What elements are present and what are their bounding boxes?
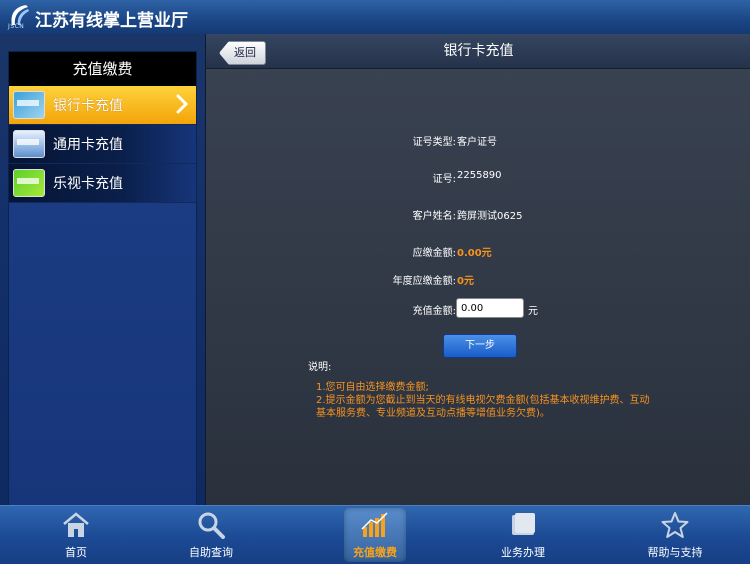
home-icon (63, 512, 89, 537)
main-header: 返回 银行卡充值 (206, 34, 750, 69)
sidebar-item-label: 通用卡充值 (53, 137, 123, 153)
field-label: 充值金额: (412, 306, 456, 317)
sidebar-panel: 充值缴费 银行卡充值 通用卡充值 乐视卡充值 (8, 51, 197, 509)
tab-bar: 首页 自助查询 充值缴费 业务办理 帮助与支持 (0, 505, 750, 564)
note-line: 2.提示金额为您截止到当天的有线电视欠费金额(包括基本收视维护费、互动 (316, 395, 650, 406)
tab-home[interactable]: 首页 (45, 506, 107, 564)
field-amount-due: 应缴金额: 0.00元 (206, 239, 750, 263)
field-customer-name: 客户姓名: 跨屏测试0625 (206, 202, 750, 226)
next-step-button[interactable]: 下一步 (443, 334, 517, 358)
note-line: 基本服务费、专业频道及互动点播等增值业务欠费)。 (316, 408, 550, 419)
sidebar-item-bank-card[interactable]: 银行卡充值 (9, 86, 196, 125)
page-title: 银行卡充值 (443, 43, 514, 59)
field-label: 应缴金额: (412, 248, 456, 259)
field-value: 客户证号 (457, 137, 497, 148)
tab-self-query[interactable]: 自助查询 (180, 506, 242, 564)
field-label: 客户姓名: (412, 211, 456, 222)
field-label: 证号类型: (412, 137, 456, 148)
search-icon (198, 512, 225, 539)
tab-help[interactable]: 帮助与支持 (640, 506, 710, 564)
field-recharge-amount: 充值金额: 元 (206, 297, 750, 321)
field-value: 0.00元 (457, 248, 492, 259)
notes-title: 说明: (308, 362, 332, 373)
tab-recharge[interactable]: 充值缴费 (344, 506, 406, 564)
field-id-type: 证号类型: 客户证号 (206, 128, 750, 152)
tab-business[interactable]: 业务办理 (492, 506, 554, 564)
amount-unit: 元 (528, 306, 538, 317)
field-id-number: 证号: 2255890 (206, 165, 750, 189)
star-icon (661, 512, 689, 538)
field-label: 证号: (432, 174, 456, 185)
sidebar-item-general-card[interactable]: 通用卡充值 (9, 125, 196, 164)
tab-label: 首页 (65, 546, 87, 559)
tab-label: 业务办理 (501, 546, 545, 559)
sidebar-item-label: 银行卡充值 (53, 98, 123, 114)
field-annual-amount-due: 年度应缴金额: 0元 (206, 267, 750, 291)
sidebar-item-letv-card[interactable]: 乐视卡充值 (9, 164, 196, 203)
recharge-amount-input[interactable] (456, 298, 524, 318)
letv-card-icon (13, 169, 45, 197)
folder-icon (512, 513, 535, 535)
chart-icon (361, 512, 388, 537)
sidebar: 充值缴费 银行卡充值 通用卡充值 乐视卡充值 (0, 34, 205, 509)
note-line: 1.您可自由选择缴费金额; (316, 382, 429, 393)
main-panel: 返回 银行卡充值 证号类型: 客户证号 证号: 2255890 客户姓名: 跨屏… (205, 34, 750, 505)
field-value: 跨屏测试0625 (457, 211, 523, 222)
notes: 1.您可自由选择缴费金额; 2.提示金额为您截止到当天的有线电视欠费金额(包括基… (316, 381, 696, 420)
sidebar-header: 充值缴费 (9, 52, 196, 86)
top-bar: JSCN 江苏有线掌上营业厅 (0, 0, 750, 35)
tab-label: 充值缴费 (353, 546, 397, 559)
chevron-right-icon (176, 94, 189, 114)
logo-text: JSCN (8, 23, 25, 30)
tab-label: 自助查询 (189, 546, 233, 559)
bank-card-icon (13, 91, 45, 119)
sidebar-item-label: 乐视卡充值 (53, 176, 123, 192)
field-label: 年度应缴金额: (392, 276, 456, 287)
field-value: 0元 (457, 276, 474, 287)
app-title: 江苏有线掌上营业厅 (35, 11, 188, 31)
field-value: 2255890 (457, 170, 502, 181)
tab-label: 帮助与支持 (647, 546, 703, 559)
general-card-icon (13, 130, 45, 158)
